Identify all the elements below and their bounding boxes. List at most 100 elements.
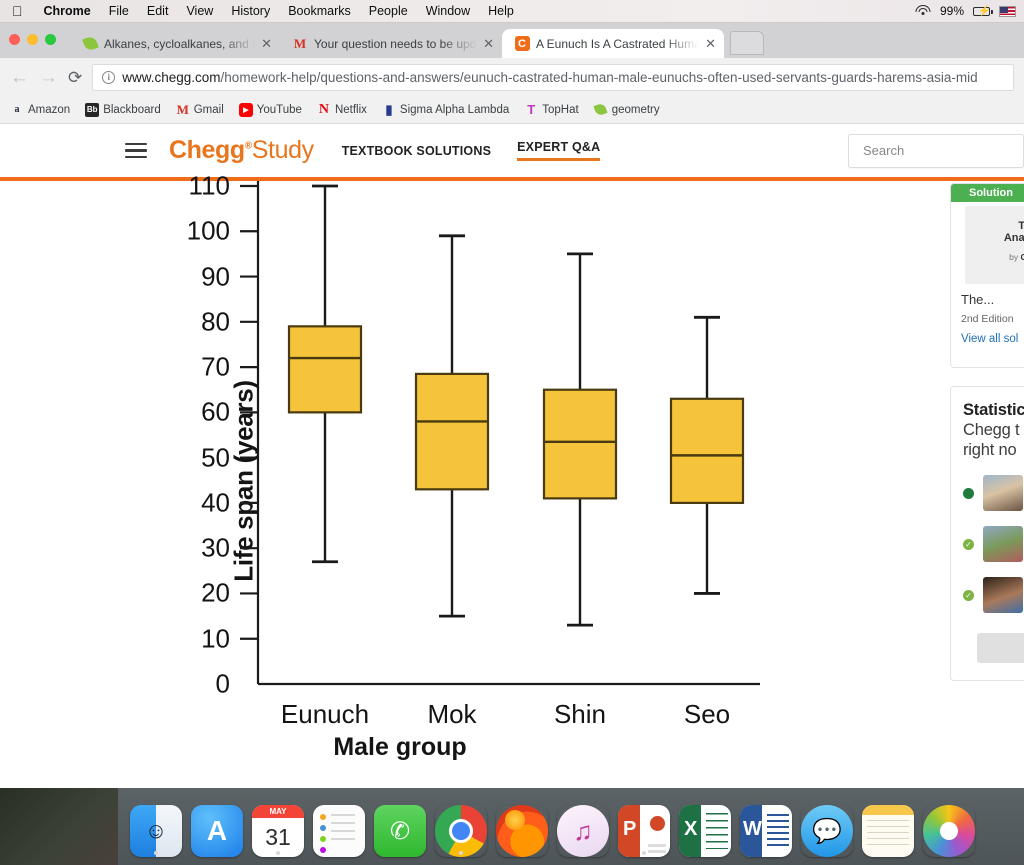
bookmark-geometry[interactable]: geometry xyxy=(593,102,660,117)
browser-tab-3-active[interactable]: C A Eunuch Is A Castrated Huma ✕ xyxy=(502,29,724,58)
nav-textbook-solutions[interactable]: TEXTBOOK SOLUTIONS xyxy=(342,144,491,158)
tutor-list-item[interactable]: ✓ xyxy=(963,526,1024,562)
back-button[interactable]: ← xyxy=(10,68,29,87)
menu-item-bookmarks[interactable]: Bookmarks xyxy=(279,4,360,18)
dock-slot-calendar: MAY 31 xyxy=(252,795,304,857)
verified-check-icon: ✓ xyxy=(963,538,974,550)
close-tab-icon[interactable]: ✕ xyxy=(261,36,272,52)
menu-item-edit[interactable]: Edit xyxy=(138,4,178,18)
dock-running-indicator xyxy=(459,851,463,855)
window-traffic-lights xyxy=(9,34,56,45)
screen:  Chrome File Edit View History Bookmark… xyxy=(0,0,1024,865)
dock-slot-notes xyxy=(862,795,914,857)
book-cover-thumbnail: The Analysis. by Chegg xyxy=(965,206,1024,284)
dock-slot-word: W xyxy=(740,795,792,857)
info-circle-icon[interactable]: i xyxy=(102,70,116,84)
address-bar[interactable]: i www.chegg.com/homework-help/questions-… xyxy=(92,63,1014,91)
menu-item-people[interactable]: People xyxy=(360,4,417,18)
avatar xyxy=(983,526,1023,562)
logo-text: Chegg xyxy=(169,136,245,164)
box-iqr xyxy=(414,372,490,491)
gmail-icon: M xyxy=(176,101,189,117)
bookmark-sigma-alpha-lambda[interactable]: ▮ Sigma Alpha Lambda xyxy=(382,102,509,117)
bookmark-youtube[interactable]: ▶ YouTube xyxy=(238,102,302,117)
bookmarks-bar: a Amazon Bb Blackboard M Gmail ▶ YouTube N Ne… xyxy=(0,96,1024,124)
zoom-window-button[interactable] xyxy=(45,34,56,45)
solution-badge: Solution xyxy=(951,184,1024,202)
right-sidebar: Solution The Analysis. by Chegg The... 2… xyxy=(944,181,1024,785)
tutor-list-item[interactable] xyxy=(963,475,1024,511)
tutors-cta-button[interactable] xyxy=(977,633,1024,663)
forward-button[interactable]: → xyxy=(39,68,58,87)
close-tab-icon[interactable]: ✕ xyxy=(483,36,494,52)
leaf-icon xyxy=(81,35,99,52)
blackboard-icon: Bb xyxy=(85,102,100,117)
tutors-card: Statistic Chegg t right no ✓ ✓ xyxy=(950,386,1024,681)
battery-charging-icon[interactable]: ⚡ xyxy=(973,6,993,17)
hamburger-menu-icon[interactable] xyxy=(125,138,147,163)
us-flag-icon[interactable] xyxy=(999,5,1016,17)
menu-item-history[interactable]: History xyxy=(222,4,279,18)
boxplot-eunuch xyxy=(287,184,363,564)
youtube-icon: ▶ xyxy=(238,102,253,117)
browser-tab-1[interactable]: Alkanes, cycloalkanes, and fun ✕ xyxy=(70,29,281,58)
box-iqr xyxy=(669,397,745,505)
dock-icon-facetime[interactable]: ✆ xyxy=(374,805,426,857)
box-iqr xyxy=(542,388,618,500)
chegg-nav: TEXTBOOK SOLUTIONS EXPERT Q&A xyxy=(342,140,601,161)
bookmark-label: geometry xyxy=(611,103,660,116)
avatar xyxy=(983,577,1023,613)
bookmark-netflix[interactable]: N Netflix xyxy=(317,102,367,117)
gmail-icon: M xyxy=(293,35,307,51)
apple-logo-icon[interactable]:  xyxy=(0,4,35,18)
bookmark-gmail[interactable]: M Gmail xyxy=(176,101,224,117)
dock-slot-finder: ☺ xyxy=(130,795,182,857)
dock-icon-excel[interactable]: X xyxy=(679,805,731,857)
book-title-line2: Analysis. xyxy=(1003,232,1024,244)
dock-icon-google-chrome[interactable] xyxy=(435,805,487,857)
tab-title: A Eunuch Is A Castrated Huma xyxy=(536,36,700,51)
desktop-wallpaper-edge xyxy=(0,788,118,865)
menu-item-chrome[interactable]: Chrome xyxy=(35,4,100,18)
close-window-button[interactable] xyxy=(9,34,20,45)
chegg-logo[interactable]: Chegg®Study xyxy=(169,136,314,165)
dock-icon-reminders[interactable] xyxy=(313,805,365,857)
boxplot-chart: Life span (years) Male group 0 10 20 30 40 50… xyxy=(0,171,800,785)
browser-tab-2[interactable]: M Your question needs to be upd ✕ xyxy=(280,29,503,58)
dock-icon-messages[interactable]: 💬 xyxy=(801,805,853,857)
new-tab-button[interactable] xyxy=(730,31,764,55)
dock-icon-calendar[interactable]: MAY 31 xyxy=(252,805,304,857)
dock-icon-powerpoint[interactable]: P xyxy=(618,805,670,857)
menu-item-file[interactable]: File xyxy=(100,4,138,18)
dock-slot-reminders xyxy=(313,795,365,857)
textbook-solution-card[interactable]: Solution The Analysis. by Chegg The... 2… xyxy=(950,183,1024,368)
dock-icon-photos[interactable] xyxy=(923,805,975,857)
macos-menu-bar:  Chrome File Edit View History Bookmark… xyxy=(0,0,1024,23)
menu-item-view[interactable]: View xyxy=(177,4,222,18)
dock-icon-app-store[interactable]: A xyxy=(191,805,243,857)
minimize-window-button[interactable] xyxy=(27,34,38,45)
dock-icon-notes[interactable] xyxy=(862,805,914,857)
boxplot-svg xyxy=(240,181,760,686)
bookmark-blackboard[interactable]: Bb Blackboard xyxy=(85,102,161,117)
leaf-icon xyxy=(593,102,608,117)
view-all-solutions-link[interactable]: View all sol xyxy=(951,325,1024,345)
bookmark-tophat[interactable]: T TopHat xyxy=(524,102,578,117)
tutor-list-item[interactable]: ✓ xyxy=(963,577,1024,613)
wifi-icon[interactable] xyxy=(915,5,931,17)
dock-icon-finder[interactable]: ☺ xyxy=(130,805,182,857)
x-tick-label-seo: Seo xyxy=(683,699,731,729)
dock-icon-firefox[interactable] xyxy=(496,805,548,857)
menu-item-window[interactable]: Window xyxy=(417,4,479,18)
registered-mark: ® xyxy=(244,140,252,152)
reload-button[interactable]: ⟳ xyxy=(68,69,82,86)
nav-expert-qa[interactable]: EXPERT Q&A xyxy=(517,140,601,161)
bookmark-amazon[interactable]: a Amazon xyxy=(10,103,71,117)
byline-brand: Chegg xyxy=(1020,252,1024,262)
dock-icon-itunes[interactable]: ♫ xyxy=(557,805,609,857)
menu-item-help[interactable]: Help xyxy=(479,4,523,18)
close-tab-icon[interactable]: ✕ xyxy=(705,36,716,52)
search-input[interactable]: Search xyxy=(848,133,1024,168)
dock-icon-word[interactable]: W xyxy=(740,805,792,857)
boxplot-seo xyxy=(669,315,745,595)
